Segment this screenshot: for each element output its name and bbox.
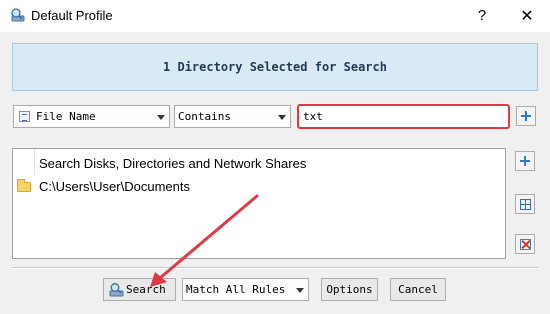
list-item[interactable]: C:\Users\User\Documents xyxy=(17,178,417,196)
operator-select-value: Contains xyxy=(178,110,231,123)
cancel-button[interactable]: Cancel xyxy=(390,278,446,301)
edit-locations-button[interactable] xyxy=(515,194,535,214)
selection-banner: 1 Directory Selected for Search xyxy=(12,43,538,91)
app-icon xyxy=(11,8,25,22)
search-button-label: Search xyxy=(126,283,166,296)
add-location-button[interactable] xyxy=(515,151,535,171)
match-mode-select[interactable]: Match All Rules xyxy=(182,278,309,301)
separator xyxy=(12,267,538,269)
options-button[interactable]: Options xyxy=(321,278,378,301)
close-button[interactable]: ✕ xyxy=(505,0,549,32)
search-icon xyxy=(109,283,124,297)
chevron-down-icon xyxy=(296,288,304,293)
folder-icon xyxy=(17,179,31,192)
operator-select[interactable]: Contains xyxy=(174,105,291,128)
rule-value-input[interactable] xyxy=(297,104,510,129)
list-header: Search Disks, Directories and Network Sh… xyxy=(39,156,307,171)
search-locations-list[interactable]: Search Disks, Directories and Network Sh… xyxy=(12,148,506,259)
list-item-label: C:\Users\User\Documents xyxy=(39,179,190,194)
banner-text: 1 Directory Selected for Search xyxy=(163,60,387,74)
search-button[interactable]: Search xyxy=(103,278,176,301)
field-select[interactable]: File Name xyxy=(13,105,170,128)
remove-location-button[interactable] xyxy=(515,234,535,254)
chevron-down-icon xyxy=(157,115,165,120)
add-rule-button[interactable] xyxy=(516,106,536,126)
delete-icon xyxy=(520,239,531,250)
match-mode-value: Match All Rules xyxy=(186,283,286,296)
title-bar: Default Profile ? ✕ xyxy=(0,0,550,32)
window-title: Default Profile xyxy=(31,8,113,23)
help-button[interactable]: ? xyxy=(462,0,502,32)
file-name-icon xyxy=(19,111,30,122)
chevron-down-icon xyxy=(278,115,286,120)
grid-icon xyxy=(520,199,531,210)
field-select-value: File Name xyxy=(36,110,96,123)
